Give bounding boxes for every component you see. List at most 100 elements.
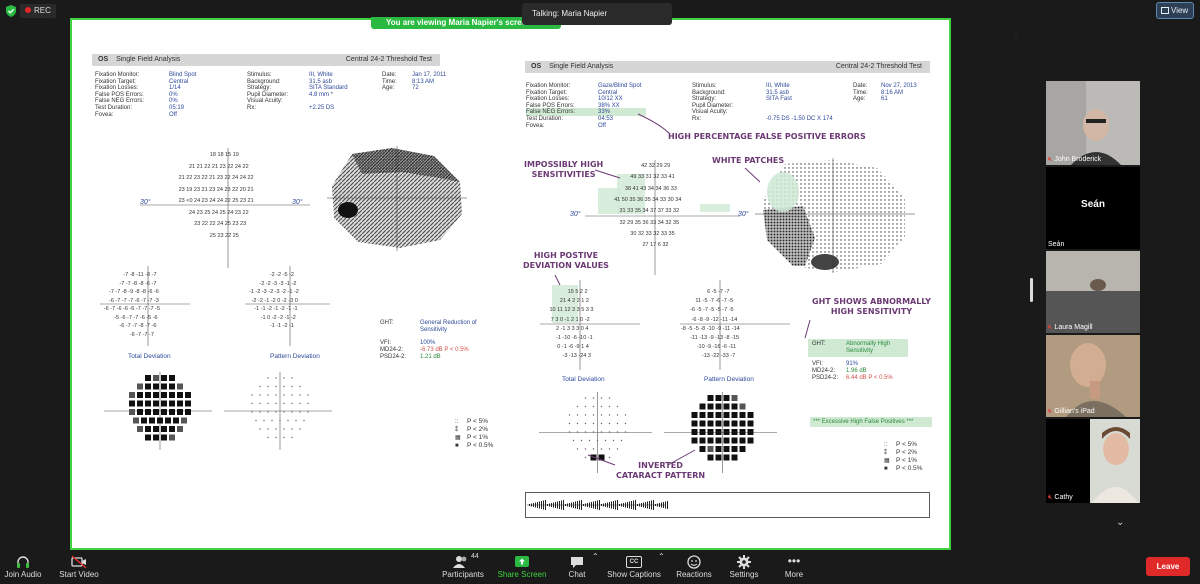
start-video-button[interactable]: Start Video: [58, 554, 100, 579]
trace-bar: [613, 501, 614, 509]
probability-cell: [145, 426, 151, 432]
left-axis-30-left: 30°: [140, 199, 151, 206]
share-options-icon[interactable]: ⋮: [1011, 34, 1021, 45]
probability-cell: [169, 409, 175, 415]
chat-button[interactable]: Chat: [565, 554, 589, 579]
pattern-deviation-row: -2 -2 -5 -2: [269, 272, 294, 278]
probability-cell: [145, 375, 151, 381]
probability-cell: [173, 417, 179, 424]
legend-row: :: P < 5%: [455, 418, 488, 425]
total-deviation-row: -6 -7 -7 -7 -6 -7 -7 -3: [109, 297, 159, 304]
participant-tile-cathy[interactable]: 🔇︎ Cathy: [1046, 419, 1140, 503]
trace-bar: [529, 504, 530, 506]
analysis-label: Single Field Analysis: [549, 63, 614, 70]
trace-bar: [563, 500, 564, 510]
trace-bar: [571, 502, 572, 508]
join-audio-button[interactable]: Join Audio: [4, 554, 42, 579]
probability-cell: [295, 419, 297, 422]
pattern-deviation-row: -1 -1 -2 -1: [269, 323, 294, 329]
participants-button[interactable]: 44 Participants: [441, 553, 485, 579]
trace-bar: [555, 502, 556, 508]
more-dots-icon: •••: [787, 554, 801, 568]
trace-bar: [651, 500, 652, 510]
info-field-row: Age: 72: [382, 85, 419, 92]
chat-options-caret-icon[interactable]: ⌃: [592, 552, 599, 561]
probability-cell: [137, 392, 143, 398]
info-field-value: Off: [169, 111, 177, 118]
trace-bar: [645, 502, 646, 508]
probability-cell: [299, 402, 301, 405]
probability-cell: [145, 434, 151, 441]
probability-cell: [153, 426, 159, 432]
trace-bar: [633, 500, 634, 510]
participant-tile-sean[interactable]: Seán Seán: [1046, 167, 1140, 249]
participant-panel-scrollbar[interactable]: [1030, 278, 1033, 302]
security-shield-icon[interactable]: [5, 5, 17, 17]
probability-cell: [133, 417, 139, 424]
trace-bar: [625, 502, 626, 508]
trace-bar: [543, 500, 544, 510]
probability-cell: [275, 402, 277, 405]
trace-bar: [605, 503, 606, 507]
probability-cell: [161, 409, 167, 415]
settings-button[interactable]: Settings: [728, 554, 760, 579]
analysis-label: Single Field Analysis: [116, 56, 181, 63]
participant-video: [1046, 81, 1140, 165]
trace-bar: [629, 501, 630, 509]
probability-cell: [307, 411, 309, 413]
trace-bar: [667, 501, 668, 509]
left-ght: GHT: General Reduction of Sensitivity: [380, 320, 477, 333]
probability-cell: [181, 417, 187, 424]
view-button[interactable]: View: [1156, 2, 1194, 19]
probability-cell: [129, 409, 135, 415]
probability-cell: [157, 417, 163, 424]
leave-button[interactable]: Leave: [1146, 557, 1190, 576]
scroll-down-chevron-icon[interactable]: ⌄: [1116, 517, 1124, 528]
info-field-row: Fovea: Off: [95, 112, 177, 119]
legend-row: ⁑ P < 2%: [455, 426, 488, 433]
legend-text: P < 5%: [896, 441, 918, 448]
trace-bar: [561, 500, 562, 510]
probability-cell: [169, 383, 175, 390]
show-captions-button[interactable]: CC Show Captions: [606, 554, 662, 579]
left-axis-30-right: 30°: [292, 199, 303, 206]
more-button[interactable]: ••• More: [782, 554, 806, 579]
participant-name: 🔇︎ John Broderick: [1048, 156, 1102, 163]
reactions-button[interactable]: Reactions: [675, 554, 713, 579]
record-dot-icon: [25, 6, 31, 13]
trace-bar: [579, 500, 580, 510]
pattern-deviation-row: -2 -2 -3 -3 -1 -2: [259, 280, 297, 287]
trace-bar: [551, 503, 552, 507]
left-vfi: VFI: 100%: [380, 340, 436, 346]
sensitivity-row: 24 23 25 24 25 24 23 22: [189, 209, 249, 216]
info-field-value: 4.8 mm *: [309, 91, 334, 98]
participant-tile-laura[interactable]: 🔇︎ Laura Magill: [1046, 251, 1140, 333]
headphones-icon: [17, 556, 29, 568]
trace-bar: [637, 504, 638, 506]
probability-cell: [177, 383, 183, 390]
pattern-deviation-row: -1 -2 -3 -2 -3 -2 -1 -2: [249, 289, 299, 295]
trace-bar: [559, 501, 560, 509]
sensitivity-row: 23 19 23 21 23 24 23 22 20 21: [178, 186, 254, 193]
participant-tile-gillian[interactable]: 🔇︎ Gillian's iPad: [1046, 335, 1140, 417]
participant-tile-john[interactable]: 🔇︎ John Broderick: [1046, 81, 1140, 165]
trace-bar: [641, 503, 642, 507]
eye-label: OS: [531, 63, 542, 70]
total-deviation-row: -7 -7 -8 -8 -6 -7: [119, 280, 157, 287]
probability-cell: [153, 434, 159, 441]
trace-bar: [607, 502, 608, 508]
probability-cell: [283, 377, 285, 379]
trace-bar: [589, 502, 590, 508]
share-screen-button[interactable]: Share Screen: [497, 554, 547, 579]
total-deviation-row: -7 -7 -8 -9 -8 -8 -6 -6: [109, 289, 159, 295]
trace-bar: [549, 503, 550, 507]
captions-options-caret-icon[interactable]: ⌃: [658, 552, 665, 561]
recording-indicator[interactable]: REC: [20, 4, 56, 18]
chat-icon: [571, 557, 583, 568]
probability-cell: [307, 394, 309, 396]
left-probability-plots: [104, 372, 332, 450]
probability-cell: [291, 436, 293, 439]
trace-bar: [575, 501, 576, 509]
trace-bar: [599, 500, 600, 510]
share-screen-icon: [515, 556, 529, 567]
